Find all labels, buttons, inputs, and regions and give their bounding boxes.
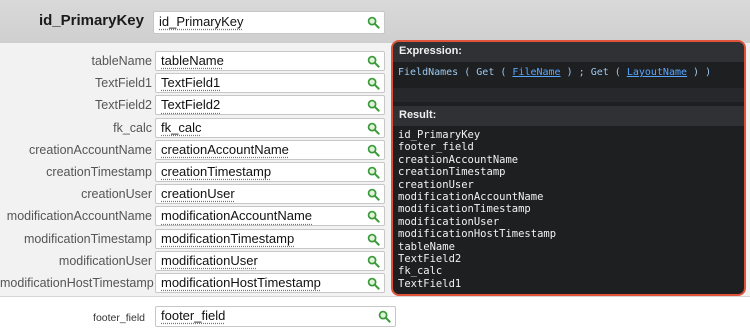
field-value: TextField2	[161, 97, 221, 113]
field-label: modificationAccountName	[6, 209, 152, 224]
expr-ref-layoutname[interactable]: LayoutName	[627, 67, 687, 78]
field-label: modificationHostTimestamp	[0, 276, 154, 290]
expr-punct: ) )	[687, 67, 712, 78]
field-label: TextField1	[95, 76, 152, 91]
result-line: TextField2	[398, 252, 462, 265]
expr-punct: (	[458, 67, 477, 78]
field-label: tableName	[91, 54, 152, 68]
expr-fn-get: Get	[590, 67, 609, 78]
data-viewer-panel: Expression: FieldNames ( Get ( FileName …	[391, 40, 746, 296]
id-primarykey-field[interactable]: id_PrimaryKey	[153, 11, 385, 34]
result-list: id_PrimaryKey footer_field creationAccount…	[398, 129, 556, 290]
field-label: modificationTimestamp	[23, 231, 152, 246]
magnifier-icon	[367, 277, 380, 290]
footer-field-input[interactable]: footer_field	[155, 306, 396, 327]
magnifier-icon	[367, 233, 380, 246]
expr-punct: ) ;	[560, 67, 591, 78]
result-line: modificationUser	[398, 215, 500, 228]
id-primarykey-label: id_PrimaryKey	[38, 12, 144, 29]
field-label: creationUser	[81, 187, 152, 202]
magnifier-icon	[367, 16, 380, 29]
result-line: fk_calc	[398, 265, 443, 278]
magnifier-icon	[367, 122, 380, 135]
magnifier-icon	[378, 310, 391, 323]
magnifier-icon	[367, 166, 380, 179]
field-value: TextField1	[161, 75, 221, 91]
expression-heading: Expression:	[393, 42, 744, 62]
field-label: fk_calc	[113, 120, 152, 135]
magnifier-icon	[367, 255, 380, 268]
result-line: modificationTimestamp	[398, 203, 531, 216]
magnifier-icon	[367, 100, 380, 113]
expr-punct: (	[608, 67, 627, 78]
field-input[interactable]: TextField2	[155, 95, 385, 116]
field-value: tableName	[161, 53, 224, 68]
result-line: creationAccountName	[398, 153, 519, 166]
magnifier-icon	[367, 77, 380, 90]
result-line: id_PrimaryKey	[398, 129, 481, 141]
result-line: creationTimestamp	[398, 166, 506, 179]
footer-field-label: footer_field	[93, 312, 145, 324]
field-input[interactable]: modificationHostTimestamp	[155, 273, 385, 293]
field-label: creationAccountName	[29, 142, 152, 157]
field-label: TextField2	[95, 98, 152, 113]
result-heading: Result:	[393, 106, 744, 126]
field-input[interactable]: modificationAccountName	[155, 206, 385, 227]
result-line: TextField1	[398, 277, 462, 290]
field-label: modificationUser	[58, 253, 152, 268]
result-line: footer_field	[398, 141, 474, 154]
magnifier-icon	[367, 55, 380, 68]
id-primarykey-value: id_PrimaryKey	[159, 14, 244, 29]
result-line: creationUser	[398, 178, 474, 191]
magnifier-icon	[367, 188, 380, 201]
result-line: modificationHostTimestamp	[398, 228, 557, 241]
field-value: fk_calc	[161, 119, 202, 135]
field-value: modificationTimestamp	[161, 230, 295, 246]
field-input[interactable]: TextField1	[155, 73, 385, 94]
field-input[interactable]: tableName	[155, 51, 385, 71]
expr-fn-get: Get	[476, 67, 495, 78]
result-line: modificationAccountName	[398, 190, 544, 203]
expression-divider	[393, 88, 744, 102]
field-input[interactable]: creationAccountName	[155, 139, 385, 160]
field-value: creationTimestamp	[161, 164, 272, 179]
field-value: modificationUser	[161, 252, 258, 268]
footer-field-value: footer_field	[161, 308, 226, 323]
field-input[interactable]: modificationUser	[155, 250, 385, 271]
field-value: modificationHostTimestamp	[161, 275, 321, 290]
field-input[interactable]: fk_calc	[155, 117, 385, 138]
magnifier-icon	[367, 211, 380, 224]
magnifier-icon	[367, 144, 380, 157]
expression-text[interactable]: FieldNames ( Get ( FileName ) ; Get ( La…	[398, 67, 711, 78]
expr-punct: (	[494, 67, 513, 78]
field-value: creationUser	[161, 186, 235, 202]
result-line: tableName	[398, 240, 455, 253]
field-value: creationAccountName	[161, 141, 289, 157]
field-input[interactable]: creationTimestamp	[155, 162, 385, 182]
field-label: creationTimestamp	[46, 165, 152, 179]
field-input[interactable]: creationUser	[155, 184, 385, 205]
field-value: modificationAccountName	[161, 208, 313, 224]
expr-ref-filename[interactable]: FileName	[512, 67, 560, 78]
field-input[interactable]: modificationTimestamp	[155, 228, 385, 249]
expr-fn-fieldnames: FieldNames	[398, 67, 459, 78]
